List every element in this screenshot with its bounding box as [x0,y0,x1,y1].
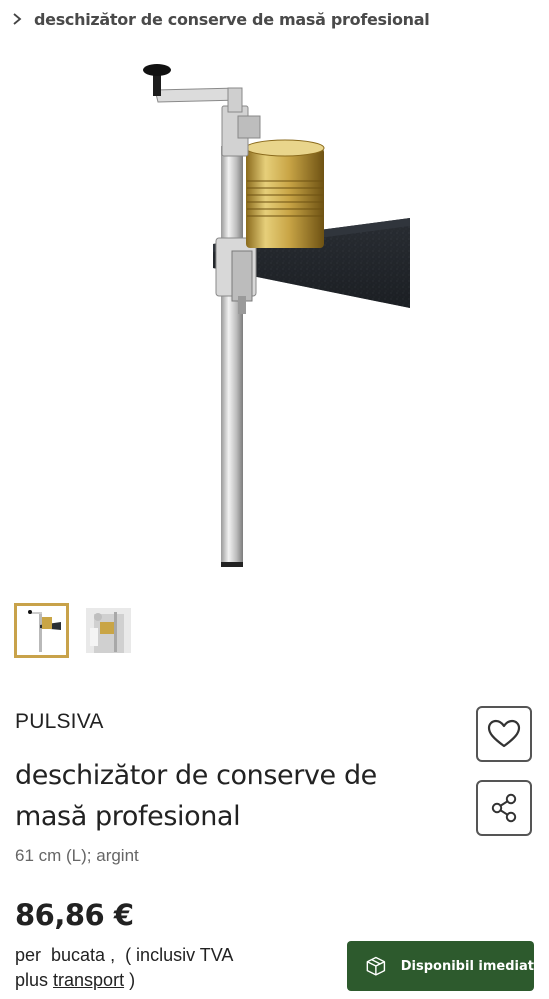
thumbnail-in-use[interactable] [81,603,136,658]
product-main-image[interactable] [0,46,549,586]
price-unit-text: per bucata , ( inclusiv TVA [15,945,234,965]
product-title: deschizător de conserve de masă profesio… [15,760,377,832]
product-brand[interactable]: PULSIVA [15,710,104,734]
thumbnail-product-image [28,610,61,652]
breadcrumb[interactable]: deschizător de conserve de masă profesio… [12,6,430,32]
share-icon [491,793,517,823]
breadcrumb-label[interactable]: deschizător de conserve de masă profesio… [34,10,430,29]
product-price: 86,86 € [15,898,134,932]
price-shipping-line: plus transport ) [15,968,335,993]
product-variant: 61 cm (L); argint [15,846,139,865]
chevron-right-icon [13,13,22,25]
shipping-suffix: ) [124,970,136,990]
shipping-prefix: plus [15,970,54,990]
thumbnail-in-use-image [86,608,131,653]
share-button[interactable] [476,780,532,836]
thumbnail-strip [14,603,136,658]
price-note: per bucata , ( inclusiv TVA plus transpo… [15,943,335,993]
heart-icon [487,719,521,748]
thumbnail-product[interactable] [14,603,69,658]
availability-badge[interactable]: Disponibil imediat [347,941,534,991]
shipping-link[interactable]: transport [53,970,124,990]
wishlist-button[interactable] [476,706,532,762]
availability-label: Disponibil imediat [400,958,534,974]
package-icon [366,956,386,976]
